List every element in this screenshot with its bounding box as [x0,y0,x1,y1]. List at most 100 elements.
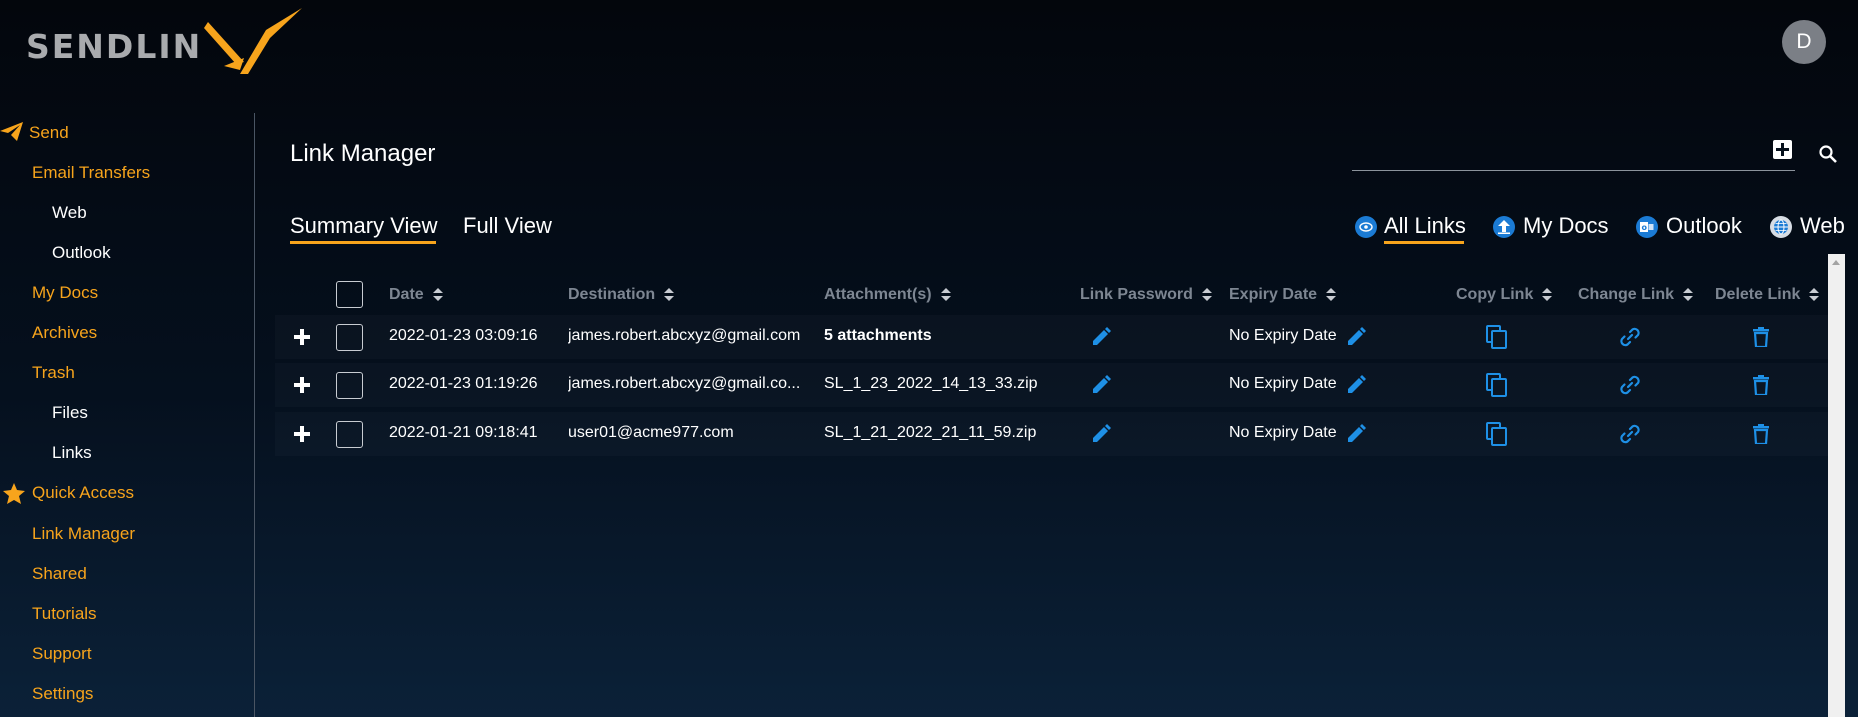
delete-link-icon[interactable] [1752,375,1770,400]
expand-row-icon[interactable] [294,377,310,393]
column-header-copy-link[interactable]: Copy Link [1456,286,1553,304]
row-checkbox[interactable] [336,421,363,448]
column-header-change-link-label: Change Link [1578,286,1675,303]
row-checkbox[interactable] [336,324,363,351]
sidebar-item-links[interactable]: Links [52,443,92,463]
sidebar-item-outlook[interactable]: Outlook [52,243,111,263]
eye-icon [1355,216,1377,238]
edit-password-icon[interactable] [1091,424,1111,449]
sidebar-item-support[interactable]: Support [32,644,92,664]
expand-row-icon[interactable] [294,329,310,345]
star-icon [3,483,25,504]
row-attachment[interactable]: 5 attachments [824,327,1044,345]
sort-icon[interactable] [664,288,675,302]
sort-icon[interactable] [432,288,443,302]
row-expiry-date: No Expiry Date [1229,424,1337,441]
column-header-destination-label: Destination [568,286,656,303]
column-header-attachments[interactable]: Attachment(s) [824,286,951,304]
sendlinx-logo[interactable]: SENDLIN [26,8,302,80]
row-expiry-date: No Expiry Date [1229,375,1337,392]
sort-icon[interactable] [1542,288,1553,302]
column-header-expiry-date[interactable]: Expiry Date [1229,286,1337,304]
send-icon [0,122,23,141]
edit-expiry-icon[interactable] [1346,375,1366,400]
logo-wordmark: SENDLIN [26,27,203,66]
change-link-icon[interactable] [1619,326,1641,353]
select-all-checkbox[interactable] [336,281,363,308]
row-destination: james.robert.abcxyz@gmail.com [568,327,801,344]
sidebar-item-settings[interactable]: Settings [32,684,93,704]
add-button[interactable] [1773,140,1792,159]
tab-summary-underline [290,241,436,244]
sidebar-item-files[interactable]: Files [52,403,88,423]
column-header-expiry-date-label: Expiry Date [1229,286,1318,303]
column-header-date-label: Date [389,286,424,303]
sidebar-item-archives[interactable]: Archives [32,323,97,343]
search-icon[interactable] [1818,144,1838,164]
outlook-icon: o [1636,216,1658,238]
page-title: Link Manager [290,140,436,167]
sort-icon[interactable] [1326,288,1337,302]
filter-my-docs[interactable]: My Docs [1523,213,1609,239]
search-input[interactable] [1352,170,1795,171]
delete-link-icon[interactable] [1752,424,1770,449]
row-attachment: SL_1_21_2022_21_11_59.zip [824,424,1037,441]
row-date: 2022-01-23 01:19:26 [389,375,538,392]
filter-all-links[interactable]: All Links [1384,213,1466,239]
table-scrollbar[interactable] [1828,254,1845,717]
svg-text:o: o [1642,223,1648,232]
sidebar-divider [254,113,255,717]
sort-icon[interactable] [940,288,951,302]
sidebar-item-email-transfers[interactable]: Email Transfers [32,163,150,183]
row-destination: user01@acme977.com [568,424,734,441]
sort-icon[interactable] [1683,288,1694,302]
row-destination: james.robert.abcxyz@gmail.co... [568,375,801,392]
sidebar-item-quick-access[interactable]: Quick Access [32,483,134,503]
copy-link-icon[interactable] [1486,373,1508,402]
logo-x-mark [204,8,302,74]
sidebar-item-web[interactable]: Web [52,203,87,223]
sort-icon[interactable] [1201,288,1212,302]
column-header-destination[interactable]: Destination [568,286,675,304]
column-header-date[interactable]: Date [389,286,443,304]
change-link-icon[interactable] [1619,423,1641,450]
scroll-up-arrow-icon[interactable] [1832,260,1840,265]
expand-row-icon[interactable] [294,426,310,442]
edit-expiry-icon[interactable] [1346,327,1366,352]
row-checkbox[interactable] [336,372,363,399]
user-avatar[interactable]: D [1782,20,1826,64]
column-header-link-password[interactable]: Link Password [1080,286,1212,304]
edit-password-icon[interactable] [1091,327,1111,352]
change-link-icon[interactable] [1619,374,1641,401]
column-header-attachments-label: Attachment(s) [824,286,932,303]
filter-outlook[interactable]: Outlook [1666,213,1742,239]
column-header-change-link[interactable]: Change Link [1578,286,1694,304]
upload-icon [1493,216,1515,238]
sidebar-item-shared[interactable]: Shared [32,564,87,584]
sidebar-item-my-docs[interactable]: My Docs [32,283,98,303]
edit-password-icon[interactable] [1091,375,1111,400]
row-expiry-date: No Expiry Date [1229,327,1337,344]
delete-link-icon[interactable] [1752,327,1770,352]
column-header-copy-link-label: Copy Link [1456,286,1534,303]
globe-icon [1770,216,1792,238]
copy-link-icon[interactable] [1486,422,1508,451]
filter-web[interactable]: Web [1800,213,1845,239]
column-header-delete-link[interactable]: Delete Link [1715,286,1820,304]
sidebar-item-tutorials[interactable]: Tutorials [32,604,97,624]
tab-summary-view[interactable]: Summary View [290,213,438,239]
tab-full-view[interactable]: Full View [463,213,552,239]
column-header-delete-link-label: Delete Link [1715,286,1801,303]
sidebar-item-trash[interactable]: Trash [32,363,75,383]
edit-expiry-icon[interactable] [1346,424,1366,449]
row-attachment: SL_1_23_2022_14_13_33.zip [824,375,1038,392]
column-header-link-password-label: Link Password [1080,286,1193,303]
sort-icon[interactable] [1809,288,1820,302]
plus-icon [1776,143,1789,156]
copy-link-icon[interactable] [1486,325,1508,354]
sidebar-item-send[interactable]: Send [29,123,69,143]
row-date: 2022-01-23 03:09:16 [389,327,538,344]
row-date: 2022-01-21 09:18:41 [389,424,538,441]
filter-all-links-underline [1384,241,1464,244]
sidebar-item-link-manager[interactable]: Link Manager [32,524,135,544]
